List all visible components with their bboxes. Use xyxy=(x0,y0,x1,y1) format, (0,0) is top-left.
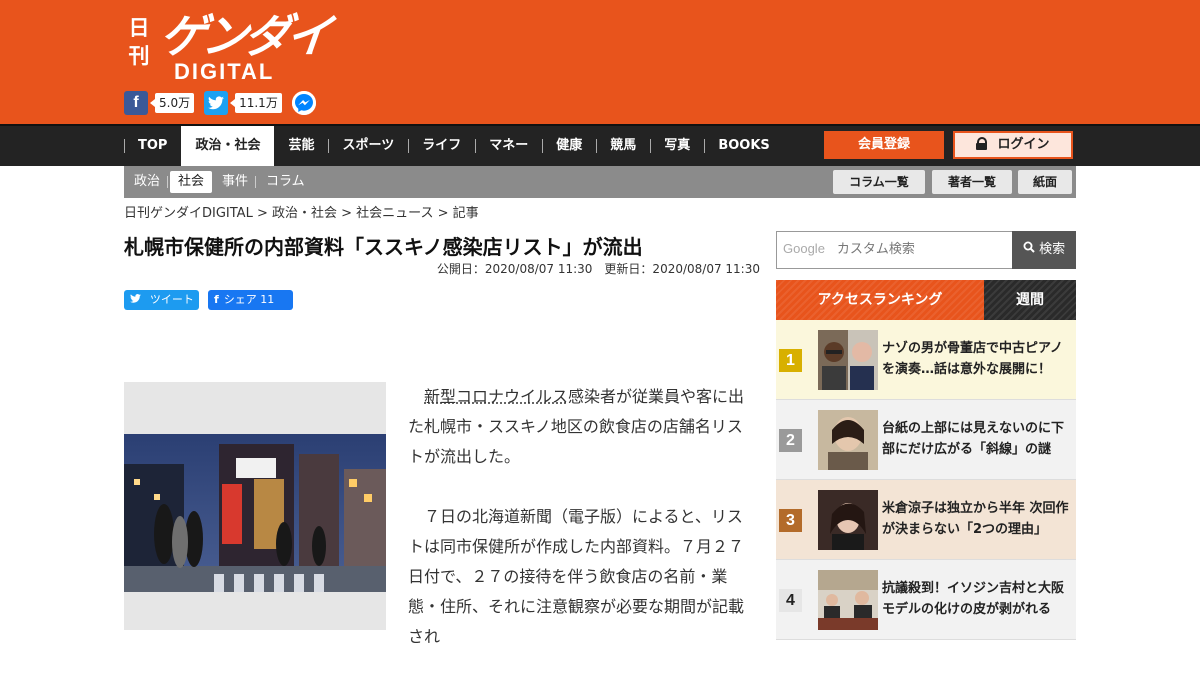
facebook-icon[interactable]: f xyxy=(124,91,148,115)
search-button-label: 検索 xyxy=(1039,242,1066,257)
search-icon xyxy=(1023,241,1035,257)
ranking-item-1[interactable]: 1 ナゾの男が骨董店で中古ピアノを演奏…話は意外な展開に！ xyxy=(776,320,1076,400)
twitter-count: 11.1万 xyxy=(230,93,282,113)
search-placeholder: カスタム検索 xyxy=(836,242,915,257)
ranking-title: 台紙の上部には見えないのに下部にだけ広がる「斜線」の謎 xyxy=(882,421,1065,457)
site-header: 日刊 ゲンダイ DIGITAL f 5.0万 11.1万 xyxy=(0,0,1200,124)
ranking-thumbnail[interactable] xyxy=(818,330,878,390)
ranking-list: 1 ナゾの男が骨董店で中古ピアノを演奏…話は意外な展開に！ 2 台紙の上部には見… xyxy=(776,320,1076,640)
facebook-count: 5.0万 xyxy=(149,93,195,113)
lock-icon xyxy=(976,137,988,150)
twitter-bird-icon xyxy=(130,293,145,306)
rank-number: 1 xyxy=(779,349,802,372)
article-paragraph-1: 新型コロナウイルス感染者が従業員や客に出た札幌市・ススキノ地区の飲食店の店舗名リ… xyxy=(408,382,752,472)
logo-nikkan: 日刊 xyxy=(128,16,150,68)
subnav-society[interactable]: 社会 xyxy=(167,171,213,193)
ranking-thumbnail[interactable] xyxy=(818,570,878,630)
nav-photo[interactable]: 写真 xyxy=(650,126,704,166)
tweet-label: ツイート xyxy=(149,293,194,306)
article-body: 新型コロナウイルス感染者が従業員や客に出た札幌市・ススキノ地区の飲食店の店舗名リ… xyxy=(408,382,752,682)
member-register-button[interactable]: 会員登録 xyxy=(824,131,944,159)
ranking-item-3[interactable]: 3 米倉涼子は独立から半年 次回作が決まらない「2つの理由」 xyxy=(776,480,1076,560)
twitter-icon[interactable] xyxy=(204,91,229,115)
rank-number: 3 xyxy=(779,509,802,532)
search-input[interactable]: Google カスタム検索 xyxy=(776,231,1013,269)
tab-weekly-label: 週間 xyxy=(1016,292,1044,308)
author-list-button[interactable]: 著者一覧 xyxy=(932,170,1012,194)
nav-politics-society[interactable]: 政治・社会 xyxy=(181,126,275,166)
column-list-button[interactable]: コラム一覧 xyxy=(833,170,925,194)
messenger-icon[interactable] xyxy=(291,91,316,115)
google-label: Google xyxy=(783,241,825,256)
login-button[interactable]: ログイン xyxy=(953,131,1073,159)
tab-access-ranking[interactable]: アクセスランキング xyxy=(776,280,984,320)
main-nav: TOP 政治・社会 芸能 スポーツ ライフ マネー 健康 競馬 写真 BOOKS… xyxy=(0,124,1200,166)
paper-button[interactable]: 紙面 xyxy=(1018,170,1072,194)
site-logo[interactable]: 日刊 ゲンダイ DIGITAL xyxy=(124,8,331,86)
social-counts: f 5.0万 11.1万 xyxy=(124,91,316,115)
ranking-title: 抗議殺到！イソジン吉村と大阪モデルの化けの皮が剥がれる xyxy=(882,581,1065,617)
nav-top[interactable]: TOP xyxy=(124,126,181,166)
facebook-f-icon: f xyxy=(214,293,219,306)
nav-books[interactable]: BOOKS xyxy=(704,126,783,166)
facebook-share-button[interactable]: f シェア 11 xyxy=(208,290,293,310)
article-photo[interactable] xyxy=(124,434,386,592)
ranking-title: ナゾの男が骨董店で中古ピアノを演奏…話は意外な展開に！ xyxy=(882,341,1063,377)
ranking-thumbnail[interactable] xyxy=(818,490,878,550)
logo-gendai: ゲンダイ xyxy=(157,9,331,63)
breadcrumb[interactable]: 日刊ゲンダイDIGITAL > 政治・社会 > 社会ニュース > 記事 xyxy=(124,205,479,223)
subnav-politics[interactable]: 政治 xyxy=(126,171,168,193)
subnav-incident[interactable]: 事件 xyxy=(214,171,256,193)
article-title: 札幌市保健所の内部資料「ススキノ感染店リスト」が流出 xyxy=(124,235,643,259)
tweet-button[interactable]: ツイート xyxy=(124,290,199,310)
ranking-thumbnail[interactable] xyxy=(818,410,878,470)
logo-digital: DIGITAL xyxy=(174,59,275,84)
nav-sports[interactable]: スポーツ xyxy=(328,126,408,166)
nav-money[interactable]: マネー xyxy=(475,126,542,166)
article-photo-container xyxy=(124,382,386,630)
nav-keiba[interactable]: 競馬 xyxy=(596,126,650,166)
ranking-item-2[interactable]: 2 台紙の上部には見えないのに下部にだけ広がる「斜線」の謎 xyxy=(776,400,1076,480)
covid-tag-link[interactable]: 新型コロナウイルス xyxy=(424,387,568,406)
share-label: シェア 11 xyxy=(223,293,275,306)
article-dates: 公開日：2020/08/07 11:30 更新日：2020/08/07 11:3… xyxy=(436,262,760,276)
ranking-item-4[interactable]: 4 抗議殺到！イソジン吉村と大阪モデルの化けの皮が剥がれる xyxy=(776,560,1076,640)
rank-number: 2 xyxy=(779,429,802,452)
login-label: ログイン xyxy=(997,137,1050,152)
nav-entertainment[interactable]: 芸能 xyxy=(274,126,328,166)
ranking-tabs: アクセスランキング 週間 xyxy=(776,280,1076,320)
search-button[interactable]: 検索 xyxy=(1012,231,1076,269)
ranking-title: 米倉涼子は独立から半年 次回作が決まらない「2つの理由」 xyxy=(882,501,1069,537)
sub-nav: 政治 社会 事件 コラム コラム一覧 著者一覧 紙面 xyxy=(124,166,1076,198)
tab-weekly[interactable]: 週間 xyxy=(984,280,1076,320)
tab-access-label: アクセスランキング xyxy=(817,292,943,308)
rank-number: 4 xyxy=(779,589,802,612)
site-search: Google カスタム検索 検索 xyxy=(776,231,1076,269)
subnav-column[interactable]: コラム xyxy=(255,171,313,193)
nav-life[interactable]: ライフ xyxy=(408,126,475,166)
nav-health[interactable]: 健康 xyxy=(542,126,596,166)
